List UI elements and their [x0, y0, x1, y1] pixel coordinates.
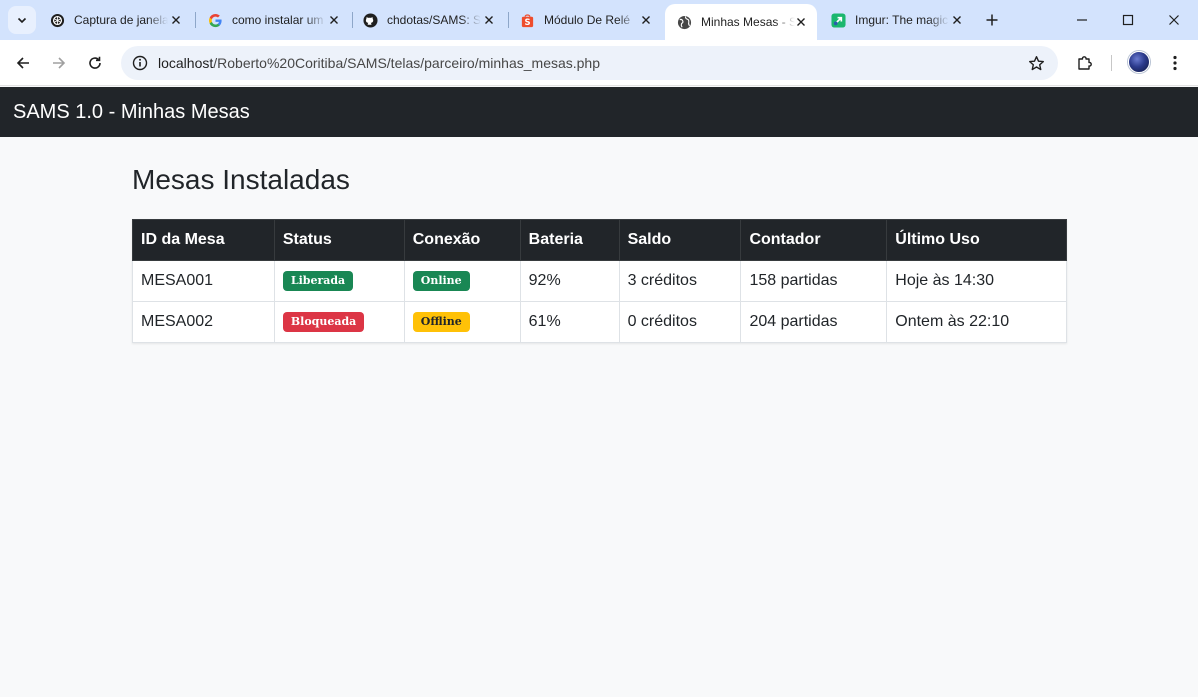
- close-icon[interactable]: [793, 14, 809, 30]
- page-title: Mesas Instaladas: [132, 164, 350, 195]
- cell-status: Liberada: [273, 260, 405, 302]
- back-button[interactable]: [10, 50, 36, 76]
- browser-tab-shopee[interactable]: S Módulo De Relé: [508, 6, 662, 34]
- cell-contador: 204 partidas: [740, 301, 888, 343]
- browser-tab-github[interactable]: chdotas/SAMS: S: [351, 6, 505, 34]
- tab-search-button[interactable]: [8, 6, 36, 34]
- address-url: localhost/Roberto%20Coritiba/SAMS/telas/…: [158, 55, 600, 71]
- cell-ultimo-uso: Hoje às 14:30: [886, 260, 1067, 302]
- close-icon[interactable]: [949, 12, 965, 28]
- navbar-brand[interactable]: SAMS 1.0 - Minhas Mesas: [13, 101, 250, 124]
- globe-icon: [676, 14, 692, 30]
- maximize-button[interactable]: [1105, 0, 1151, 40]
- extensions-button[interactable]: [1072, 50, 1098, 76]
- navbar: SAMS 1.0 - Minhas Mesas: [0, 87, 1198, 137]
- browser-tabstrip: Captura de janela como instalar um chdot…: [0, 0, 1198, 40]
- github-icon: [362, 12, 378, 28]
- tab-title: Minhas Mesas - S: [701, 15, 795, 29]
- close-icon[interactable]: [326, 12, 342, 28]
- arrow-left-icon: [16, 57, 29, 69]
- cell-saldo: 0 créditos: [618, 301, 742, 343]
- minimize-button[interactable]: [1059, 0, 1105, 40]
- svg-text:S: S: [524, 17, 530, 27]
- bookmark-star-icon[interactable]: [1026, 53, 1046, 73]
- column-header-conexao: Conexão: [403, 219, 521, 261]
- table-row: MESA002 Bloqueada Offline 61% 0 créditos…: [132, 301, 1067, 343]
- column-header-saldo: Saldo: [618, 219, 742, 261]
- new-tab-button[interactable]: [980, 8, 1004, 32]
- status-badge: Liberada: [282, 271, 354, 291]
- tab-title: chdotas/SAMS: S: [387, 13, 481, 27]
- browser-tab-imgur[interactable]: Imgur: The magic: [819, 6, 973, 34]
- close-icon: [1169, 15, 1179, 25]
- cell-contador: 158 partidas: [740, 260, 888, 302]
- minimize-icon: [1077, 19, 1087, 21]
- more-vertical-icon: [1173, 55, 1177, 71]
- cell-saldo: 3 créditos: [618, 260, 742, 302]
- forward-button[interactable]: [46, 50, 72, 76]
- cell-conexao: Online: [403, 260, 521, 302]
- tab-title: Módulo De Relé: [544, 13, 631, 27]
- toolbar-divider: [1111, 55, 1112, 71]
- cell-id: MESA001: [132, 260, 275, 302]
- address-bar[interactable]: localhost/Roberto%20Coritiba/SAMS/telas/…: [121, 46, 1058, 80]
- imgur-icon: [830, 12, 846, 28]
- maximize-icon: [1122, 14, 1134, 26]
- google-icon: [207, 12, 223, 28]
- tab-title: Imgur: The magic: [855, 13, 949, 27]
- reload-icon: [89, 56, 101, 69]
- shopee-icon: S: [519, 12, 535, 28]
- cell-status: Bloqueada: [273, 301, 405, 343]
- close-icon[interactable]: [481, 12, 497, 28]
- browser-tab-google[interactable]: como instalar um: [196, 6, 350, 34]
- arrow-right-icon: [53, 57, 66, 69]
- chevron-down-icon: [17, 17, 27, 24]
- tab-title: Captura de janela: [74, 13, 168, 27]
- cell-conexao: Offline: [403, 301, 521, 343]
- url-path: /Roberto%20Coritiba/SAMS/telas/parceiro/…: [213, 55, 601, 71]
- table-header-row: ID da Mesa Status Conexão Bateria Saldo …: [132, 219, 1067, 261]
- openai-icon: [49, 12, 65, 28]
- column-header-id: ID da Mesa: [132, 219, 275, 261]
- browser-menu-button[interactable]: [1162, 50, 1188, 76]
- column-header-ultimo-uso: Último Uso: [886, 219, 1067, 261]
- browser-tab-minhas-mesas[interactable]: Minhas Mesas - S: [665, 4, 817, 40]
- column-header-status: Status: [273, 219, 405, 261]
- cell-bateria: 61%: [519, 301, 620, 343]
- column-header-contador: Contador: [740, 219, 888, 261]
- mesas-table: ID da Mesa Status Conexão Bateria Saldo …: [132, 219, 1067, 343]
- url-host: localhost: [158, 55, 214, 71]
- close-icon[interactable]: [638, 12, 654, 28]
- site-info-icon[interactable]: [129, 52, 151, 74]
- profile-avatar[interactable]: [1128, 51, 1150, 73]
- cell-ultimo-uso: Ontem às 22:10: [886, 301, 1067, 343]
- connection-badge: Offline: [412, 312, 470, 332]
- table-row: MESA001 Liberada Online 92% 3 créditos 1…: [132, 260, 1067, 302]
- browser-tab-captura[interactable]: Captura de janela: [38, 6, 192, 34]
- close-window-button[interactable]: [1151, 0, 1197, 40]
- reload-button[interactable]: [82, 50, 108, 76]
- tab-title: como instalar um: [232, 13, 324, 27]
- close-icon[interactable]: [168, 12, 184, 28]
- status-badge: Bloqueada: [282, 312, 365, 332]
- plus-icon: [986, 14, 998, 26]
- main-content: Mesas Instaladas ID da Mesa Status Conex…: [132, 163, 1067, 343]
- puzzle-icon: [1078, 56, 1092, 70]
- cell-bateria: 92%: [519, 260, 620, 302]
- cell-id: MESA002: [132, 301, 275, 343]
- column-header-bateria: Bateria: [519, 219, 620, 261]
- connection-badge: Online: [412, 271, 470, 291]
- browser-toolbar: localhost/Roberto%20Coritiba/SAMS/telas/…: [0, 40, 1198, 86]
